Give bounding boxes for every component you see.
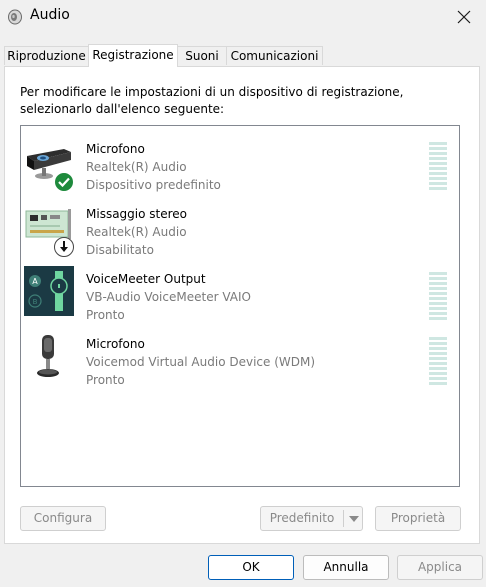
tab-comunicazioni[interactable]: Comunicazioni (226, 46, 323, 65)
tab-registrazione[interactable]: Registrazione (88, 44, 178, 67)
device-driver: Realtek(R) Audio (86, 225, 187, 239)
tab-riproduzione[interactable]: Riproduzione (4, 46, 89, 65)
device-name: Missaggio stereo (86, 207, 188, 221)
speaker-icon (8, 9, 22, 25)
device-driver: VB-Audio VoiceMeeter VAIO (86, 290, 251, 304)
device-status: Pronto (86, 308, 125, 322)
configure-button[interactable]: Configura (20, 506, 106, 531)
level-meter (429, 272, 447, 322)
list-item-device[interactable]: A B VoiceMeeter Output VB-Audio VoiceMee… (21, 264, 459, 326)
device-list[interactable]: Microfono Realtek(R) Audio Dispositivo p… (20, 125, 460, 487)
device-driver: Realtek(R) Audio (86, 160, 187, 174)
apply-button[interactable]: Applica (397, 555, 483, 580)
svg-text:B: B (33, 298, 38, 306)
instructions-text: Per modificare le impostazioni di un dis… (20, 85, 404, 116)
set-default-split-button[interactable]: Predefinito (260, 506, 363, 531)
chevron-down-icon[interactable] (349, 516, 359, 522)
tab-suoni[interactable]: Suoni (177, 46, 227, 65)
ok-button[interactable]: OK (208, 555, 294, 580)
close-icon (457, 10, 471, 24)
device-status: Disabilitato (86, 243, 154, 257)
cancel-button[interactable]: Annulla (303, 555, 389, 580)
title-bar: Audio (0, 0, 486, 34)
voicemeeter-icon: A B (24, 266, 74, 316)
level-meter (429, 337, 447, 387)
device-status: Dispositivo predefinito (86, 178, 221, 192)
device-driver: Voicemod Virtual Audio Device (WDM) (86, 355, 316, 369)
list-item-device[interactable]: Microfono Voicemod Virtual Audio Device … (21, 329, 459, 391)
window-title: Audio (30, 7, 70, 23)
set-default-label: Predefinito (269, 511, 335, 525)
device-status: Pronto (86, 373, 125, 387)
desktop-microphone-icon (37, 335, 59, 377)
level-meter (429, 142, 447, 192)
device-name: VoiceMeeter Output (86, 272, 206, 286)
close-button[interactable] (442, 0, 486, 34)
list-item-device[interactable]: Microfono Realtek(R) Audio Dispositivo p… (21, 134, 459, 196)
device-name: Microfono (86, 337, 145, 351)
properties-button[interactable]: Proprietà (375, 506, 461, 531)
split-separator (343, 510, 344, 527)
device-name: Microfono (86, 142, 145, 156)
list-item-device[interactable]: Missaggio stereo Realtek(R) Audio Disabi… (21, 199, 459, 261)
disabled-arrow-icon (54, 237, 74, 257)
default-check-icon (54, 172, 74, 192)
svg-text:A: A (32, 277, 38, 286)
